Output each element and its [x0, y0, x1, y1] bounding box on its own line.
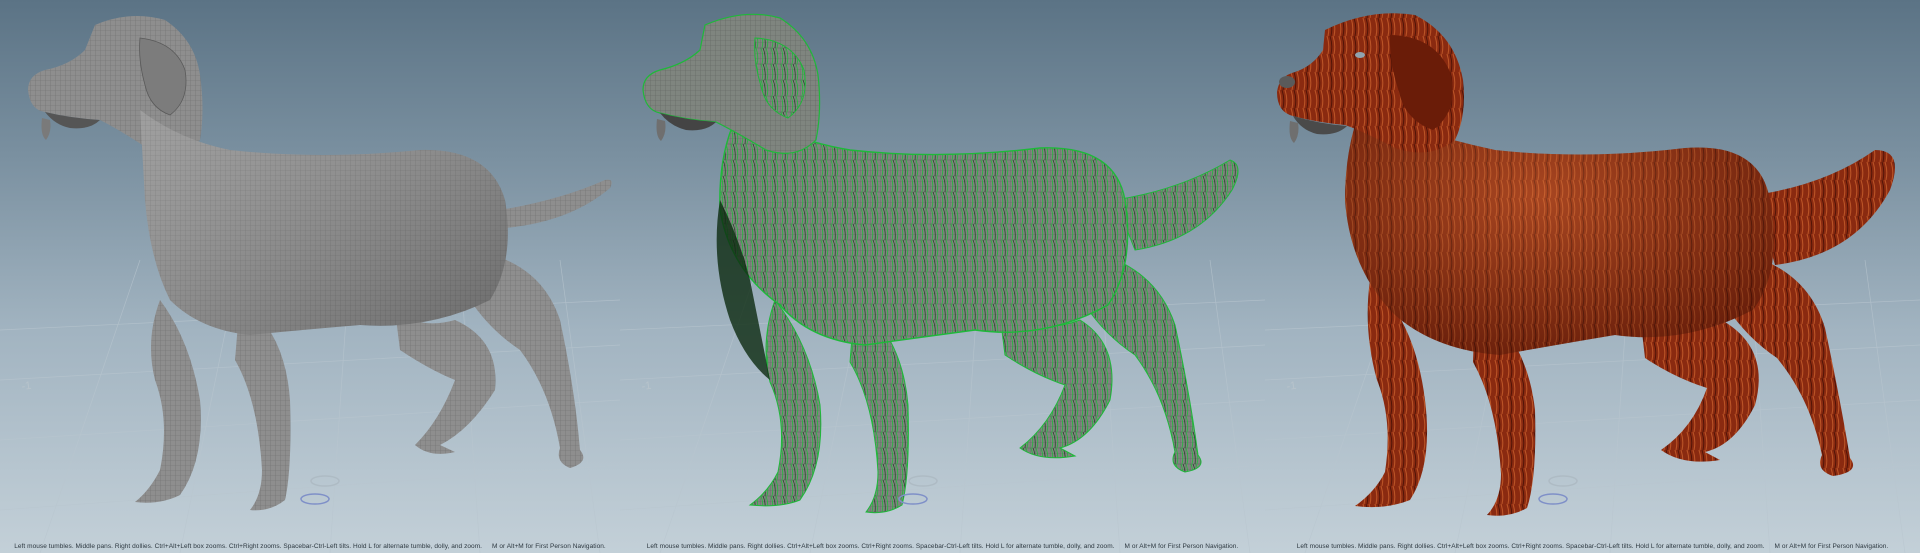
viewport-hint-text: Left mouse tumbles. Middle pans. Right d…	[620, 543, 1265, 550]
viewport-guides[interactable]: -1 Left mouse tumbles. Middle pans. Righ…	[620, 0, 1265, 553]
viewport-hint-text: Left mouse tumbles. Middle pans. Right d…	[0, 543, 620, 550]
grid-origin-marker-blue	[300, 493, 330, 505]
scene-mesh: -1	[0, 16, 620, 553]
hint-controls: Left mouse tumbles. Middle pans. Right d…	[646, 543, 1115, 550]
hint-controls: Left mouse tumbles. Middle pans. Right d…	[1296, 543, 1765, 550]
viewport-mesh[interactable]: -1 Left mouse tumbles. Middle pans. Righ…	[0, 0, 620, 553]
hint-navigation: M or Alt+M for First Person Navigation.	[492, 543, 606, 550]
scene-fur: -1	[1265, 13, 1920, 553]
dog-guides	[642, 13, 1239, 514]
hint-navigation: M or Alt+M for First Person Navigation.	[1774, 543, 1889, 550]
scene-guides: -1	[620, 13, 1265, 553]
dog-fur	[1277, 13, 1895, 516]
grid-origin-marker	[908, 475, 938, 487]
viewport-hint-text: Left mouse tumbles. Middle pans. Right d…	[1265, 543, 1920, 550]
grid-label: -1	[1286, 380, 1297, 393]
dog-mesh	[28, 16, 612, 511]
grid-origin-marker-blue	[1538, 493, 1568, 505]
hint-navigation: M or Alt+M for First Person Navigation.	[1124, 543, 1239, 550]
viewport-fur[interactable]: -1 Left mouse tumbles. Middle pans. Righ…	[1265, 0, 1920, 553]
viewport-strip: -1 Left mouse tumbles. Middle pans. Righ…	[0, 0, 1920, 553]
grid-label: -1	[21, 380, 32, 393]
grid-origin-marker	[1548, 475, 1578, 487]
grid-label: -1	[641, 380, 652, 393]
hint-controls: Left mouse tumbles. Middle pans. Right d…	[14, 543, 483, 550]
